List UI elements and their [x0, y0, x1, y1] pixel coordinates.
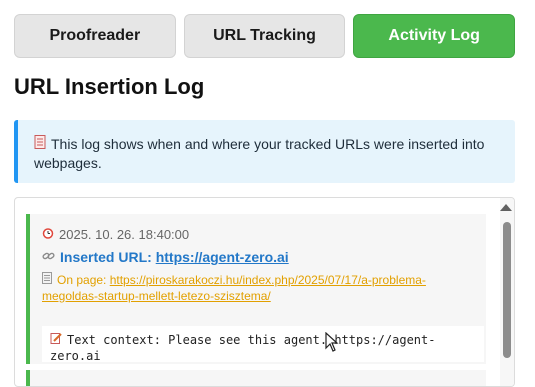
- tab-bar: Proofreader URL Tracking Activity Log: [14, 14, 516, 58]
- info-box: This log shows when and where your track…: [14, 120, 515, 183]
- entry-timestamp: 2025. 10. 26. 18:40:00: [42, 227, 189, 242]
- alarm-clock-icon: [42, 227, 54, 242]
- log-list[interactable]: 2025. 10. 26. 18:40:00 Inserted URL: htt…: [14, 197, 515, 387]
- timestamp-text: 2025. 10. 26. 18:40:00: [59, 227, 190, 242]
- link-icon: [42, 249, 55, 265]
- tab-activity-log[interactable]: Activity Log: [353, 14, 516, 58]
- text-context-box: Text context: Please see this agent. htt…: [42, 326, 484, 363]
- document-icon: [42, 272, 52, 288]
- text-context-label: Text context:: [67, 333, 161, 347]
- page-title: URL Insertion Log: [14, 74, 205, 99]
- log-entry: 2025. 10. 26. 18:40:00 Inserted URL: htt…: [26, 214, 486, 364]
- log-entry: [26, 370, 486, 386]
- entry-page: On page: https://piroskarakoczi.hu/index…: [42, 272, 447, 304]
- scroll-up-arrow-icon[interactable]: [500, 204, 512, 211]
- scrollbar[interactable]: [500, 198, 514, 386]
- entry-inserted-url: Inserted URL: https://agent-zero.ai: [42, 249, 289, 265]
- page-label: On page:: [57, 273, 107, 287]
- page-icon: [34, 135, 46, 154]
- tab-url-tracking[interactable]: URL Tracking: [183, 14, 346, 58]
- scrollbar-thumb[interactable]: [503, 222, 511, 358]
- memo-icon: [50, 332, 62, 348]
- mouse-cursor-icon: [325, 332, 339, 352]
- tab-proofreader[interactable]: Proofreader: [14, 14, 176, 58]
- info-text: This log shows when and where your track…: [34, 136, 485, 171]
- inserted-url-link[interactable]: https://agent-zero.ai: [156, 249, 289, 265]
- inserted-url-label: Inserted URL:: [60, 249, 152, 265]
